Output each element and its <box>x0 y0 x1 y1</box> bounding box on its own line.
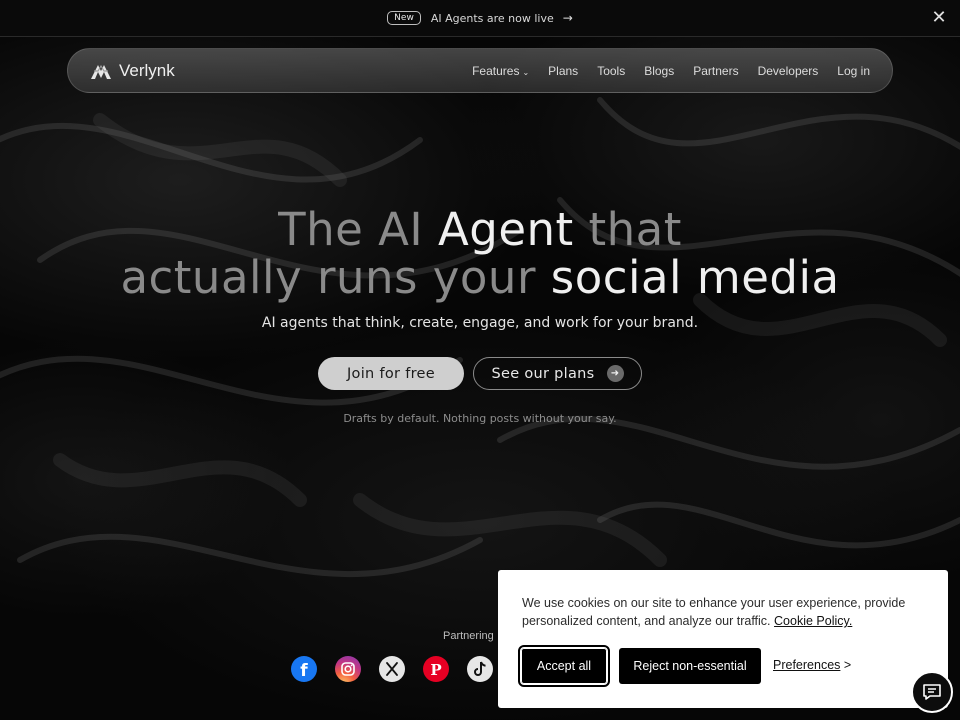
cookie-banner: We use cookies on our site to enhance yo… <box>498 570 948 708</box>
tiktok-icon[interactable] <box>467 656 493 682</box>
preferences-link[interactable]: Preferences > <box>773 658 851 672</box>
partnering-label: Partnering <box>443 630 494 642</box>
see-our-plans-button[interactable]: See our plans ➜ <box>473 357 642 390</box>
nav-plans[interactable]: Plans <box>548 64 578 78</box>
navbar: Verlynk Features ⌄ Plans Tools Blogs Part… <box>67 48 893 93</box>
announcement-text[interactable]: AI Agents are now live <box>431 12 554 25</box>
nav-login[interactable]: Log in <box>837 64 870 78</box>
chevron-down-icon: ⌄ <box>522 67 530 77</box>
nav-features[interactable]: Features ⌄ <box>472 64 529 78</box>
brand-name: Verlynk <box>119 60 175 80</box>
facebook-icon[interactable]: f <box>291 656 317 682</box>
announcement-bar[interactable]: New AI Agents are now live → ✕ <box>0 0 960 37</box>
chat-icon[interactable] <box>911 671 953 713</box>
arrow-right-circle-icon: ➜ <box>606 365 624 382</box>
nav-tools[interactable]: Tools <box>597 64 625 78</box>
x-icon[interactable] <box>379 656 405 682</box>
new-badge: New <box>387 11 421 25</box>
drafts-note: Drafts by default. Nothing posts without… <box>343 412 617 425</box>
svg-text:f: f <box>300 661 308 681</box>
pinterest-icon[interactable]: P <box>423 656 449 682</box>
cookie-text: We use cookies on our site to enhance yo… <box>522 596 906 628</box>
brand-logo[interactable]: Verlynk <box>90 61 175 81</box>
logo-icon <box>91 64 111 79</box>
hero-subtitle: AI agents that think, create, engage, an… <box>261 315 699 331</box>
svg-text:P: P <box>430 661 441 679</box>
instagram-icon[interactable] <box>335 656 361 682</box>
see-our-plans-label: See our plans <box>491 365 595 382</box>
nav-developers[interactable]: Developers <box>758 64 819 78</box>
join-for-free-button[interactable]: Join for free <box>318 357 464 390</box>
reject-non-essential-button[interactable]: Reject non-essential <box>619 648 761 684</box>
nav-links: Features ⌄ Plans Tools Blogs Partners Dev… <box>472 64 870 78</box>
accept-all-button[interactable]: Accept all <box>518 645 610 687</box>
close-icon[interactable]: ✕ <box>929 8 949 28</box>
nav-blogs[interactable]: Blogs <box>644 64 674 78</box>
hero-title-line-1: The AI Agent that <box>278 203 682 256</box>
hero-title-line-2: actually runs your social media <box>120 251 840 304</box>
arrow-right-icon: → <box>562 11 573 25</box>
nav-partners[interactable]: Partners <box>693 64 738 78</box>
cookie-policy-link[interactable]: Cookie Policy. <box>774 614 852 628</box>
